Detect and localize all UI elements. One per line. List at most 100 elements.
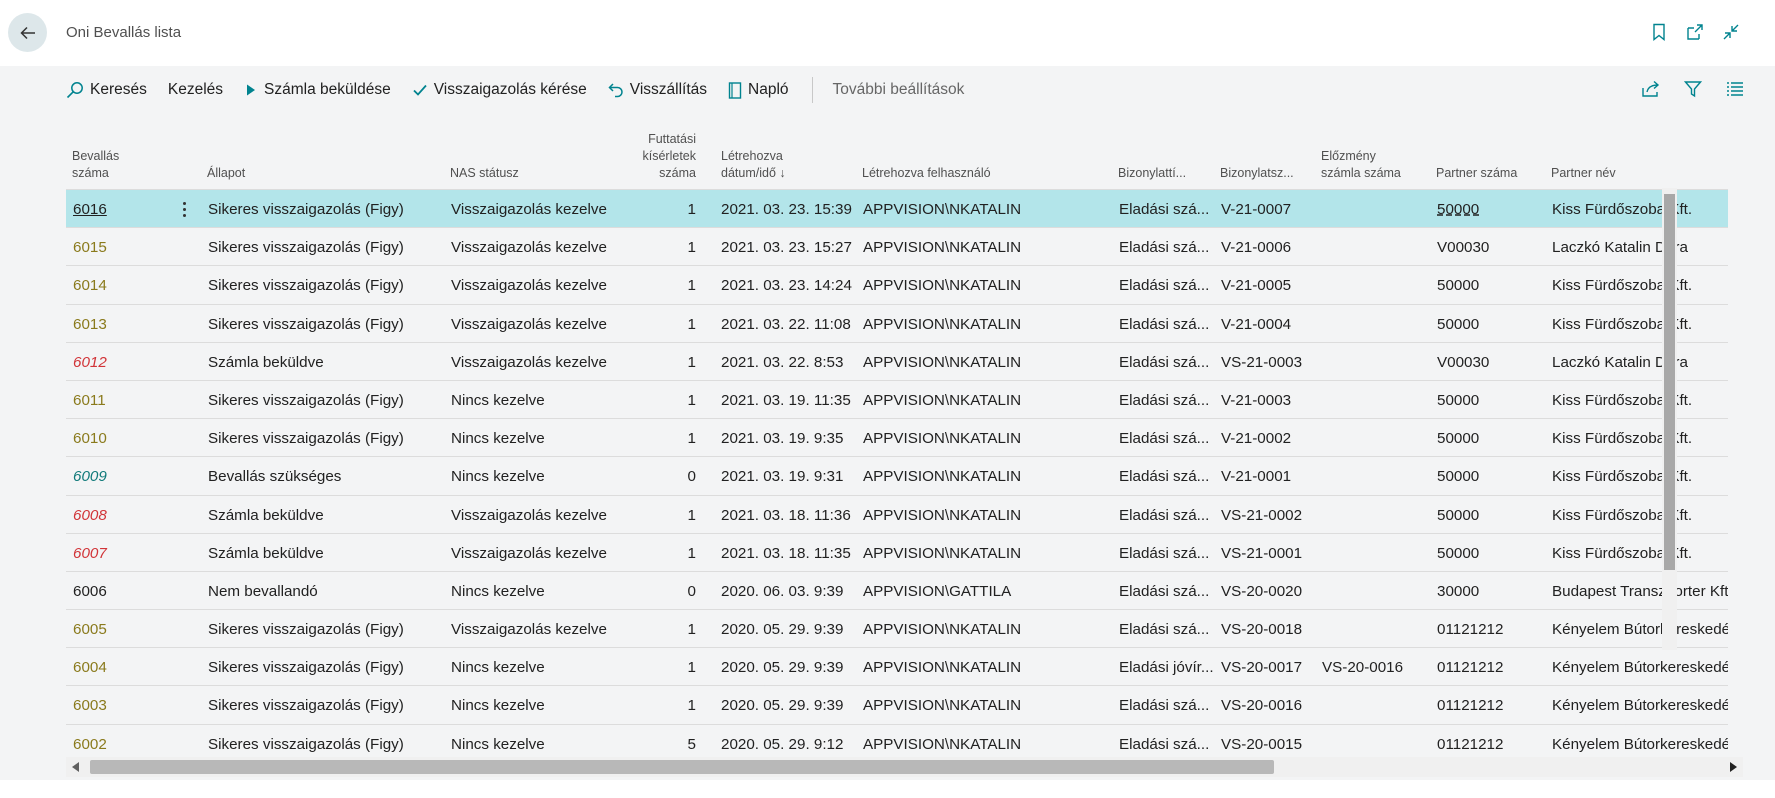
action-divider — [811, 77, 813, 103]
cell-bizonylatszam: VS-21-0002 — [1221, 506, 1303, 524]
table-row[interactable]: 6016 Sikeres visszaigazolás (Figy) Visszai… — [66, 189, 1728, 228]
cell-partner-szama: V00030 — [1437, 239, 1490, 257]
table-row[interactable]: 6002 Sikeres visszaigazolás (Figy) Nincs k… — [66, 723, 1728, 757]
table-row[interactable]: 6007 Számla beküldve Visszaigazolás kezelv… — [66, 532, 1728, 571]
cell-allapot: Sikeres visszaigazolás (Figy) — [208, 659, 404, 677]
cell-letrehozva-felhasznalo: APPVISION\NKATALIN — [863, 621, 1022, 639]
cell-partner-szama: 50000 — [1437, 430, 1480, 448]
cell-bevallas-szama[interactable]: 6011 — [73, 391, 173, 410]
table-row[interactable]: 6010 Sikeres visszaigazolás (Figy) Nincs k… — [66, 418, 1728, 456]
vertical-scrollbar[interactable] — [1662, 188, 1677, 650]
cell-futtatasi-kiserletek: 1 — [687, 659, 696, 677]
cell-bevallas-szama[interactable]: 6002 — [73, 735, 173, 754]
col-header-letrehozva-datum[interactable]: Létrehozva dátum/idő ↓ — [721, 148, 786, 182]
cell-bevallas-szama[interactable]: 6015 — [73, 238, 173, 257]
collapse-icon[interactable] — [1721, 22, 1741, 42]
cell-bevallas-szama[interactable]: 6006 — [73, 582, 173, 601]
cell-elozmeny-szamla: VS-20-0016 — [1322, 659, 1404, 677]
table-row[interactable]: 6009 Bevallás szükséges Nincs kezelve 0 2021… — [66, 456, 1728, 494]
cell-bizonylattipus: Eladási szá... — [1119, 735, 1210, 753]
cell-bizonylattipus: Eladási szá... — [1119, 239, 1210, 257]
cell-partner-nev: Kényelem Bútorkereskedés — [1552, 659, 1728, 677]
share-icon[interactable] — [1640, 78, 1662, 100]
cell-allapot: Sikeres visszaigazolás (Figy) — [208, 239, 404, 257]
cell-bevallas-szama[interactable]: 6007 — [73, 544, 173, 563]
scroll-left-icon[interactable] — [70, 760, 82, 774]
cell-letrehozva-datum: 2020. 05. 29. 9:12 — [721, 735, 844, 753]
cell-bizonylattipus: Eladási szá... — [1119, 315, 1210, 333]
manage-action[interactable]: Kezelés — [168, 81, 223, 99]
filter-icon[interactable] — [1682, 78, 1704, 100]
cell-allapot: Sikeres visszaigazolás (Figy) — [208, 697, 404, 715]
log-action[interactable]: Napló — [728, 81, 789, 99]
cell-bevallas-szama[interactable]: 6008 — [73, 506, 173, 525]
cell-futtatasi-kiserletek: 1 — [687, 201, 696, 218]
cell-bevallas-szama[interactable]: 6016 — [73, 200, 173, 219]
horizontal-scrollbar-thumb[interactable] — [90, 760, 1274, 774]
cell-partner-nev: Budapest Transzporter Kft. — [1552, 582, 1728, 600]
bookmark-icon[interactable] — [1649, 22, 1669, 42]
vertical-scrollbar-thumb[interactable] — [1664, 194, 1675, 570]
cell-partner-szama[interactable]: 50000 — [1437, 200, 1547, 219]
cell-bevallas-szama[interactable]: 6004 — [73, 658, 173, 677]
col-header-partner-szama[interactable]: Partner száma — [1436, 165, 1517, 182]
col-header-bizonylattipus[interactable]: Bizonylattí... — [1118, 165, 1186, 182]
cell-futtatasi-kiserletek: 1 — [687, 697, 696, 715]
cell-bizonylatszam: V-21-0004 — [1221, 315, 1292, 333]
list-view-icon[interactable] — [1724, 78, 1746, 100]
cell-allapot: Sikeres visszaigazolás (Figy) — [208, 430, 404, 448]
table-row[interactable]: 6012 Számla beküldve Visszaigazolás kezelv… — [66, 341, 1728, 380]
request-confirmation-action[interactable]: Visszaigazolás kérése — [412, 81, 587, 99]
table-row[interactable]: 6014 Sikeres visszaigazolás (Figy) Visszai… — [66, 265, 1728, 303]
row-actions-icon[interactable] — [178, 198, 190, 220]
horizontal-scrollbar[interactable] — [66, 757, 1743, 777]
col-header-partner-nev[interactable]: Partner név — [1551, 165, 1616, 182]
scroll-right-icon[interactable] — [1727, 760, 1739, 774]
send-invoice-action[interactable]: Számla beküldése — [244, 81, 391, 99]
col-header-allapot[interactable]: Állapot — [207, 165, 245, 182]
cell-nas-statusz: Visszaigazolás kezelve — [451, 506, 607, 524]
table-row[interactable]: 6005 Sikeres visszaigazolás (Figy) Visszai… — [66, 609, 1728, 647]
col-header-bevallas-szama[interactable]: Bevallás száma — [72, 148, 119, 182]
more-options-action[interactable]: További beállítások — [833, 81, 965, 99]
col-header-futtatasi-kiserletek[interactable]: Futtatási kísérletek száma — [626, 131, 697, 182]
cell-partner-szama: 01121212 — [1437, 621, 1504, 639]
cell-nas-statusz: Visszaigazolás kezelve — [451, 201, 607, 218]
open-new-window-icon[interactable] — [1685, 22, 1705, 42]
col-header-letrehozva-felhasznalo[interactable]: Létrehozva felhasználó — [862, 165, 991, 182]
cell-futtatasi-kiserletek: 1 — [687, 506, 696, 524]
column-headers: Bevallás száma Állapot NAS státusz Futtat… — [66, 120, 1743, 188]
cell-futtatasi-kiserletek: 1 — [687, 544, 696, 562]
table-row[interactable]: 6004 Sikeres visszaigazolás (Figy) Nincs k… — [66, 647, 1728, 685]
cell-bevallas-szama[interactable]: 6012 — [73, 353, 173, 372]
cell-nas-statusz: Visszaigazolás kezelve — [451, 353, 607, 371]
cell-nas-statusz: Visszaigazolás kezelve — [451, 544, 607, 562]
cell-bizonylatszam: V-21-0006 — [1221, 239, 1292, 257]
col-header-nas-statusz[interactable]: NAS státusz — [450, 165, 519, 182]
table-row[interactable]: 6011 Sikeres visszaigazolás (Figy) Nincs k… — [66, 379, 1728, 418]
cell-bevallas-szama[interactable]: 6010 — [73, 429, 173, 448]
cell-letrehozva-felhasznalo: APPVISION\NKATALIN — [863, 697, 1022, 715]
rollback-action[interactable]: Visszállítás — [608, 81, 707, 99]
cell-bevallas-szama[interactable]: 6014 — [73, 276, 173, 295]
cell-bevallas-szama[interactable]: 6005 — [73, 620, 173, 639]
cell-letrehozva-datum: 2021. 03. 23. 15:27 — [721, 239, 852, 257]
cell-partner-szama: 50000 — [1437, 468, 1480, 486]
table-row[interactable]: 6015 Sikeres visszaigazolás (Figy) Visszai… — [66, 227, 1728, 265]
table-row[interactable]: 6008 Számla beküldve Visszaigazolás kezelv… — [66, 494, 1728, 533]
table-row[interactable]: 6006 Nem bevallandó Nincs kezelve 0 2020. 06… — [66, 570, 1728, 609]
back-button[interactable] — [8, 13, 47, 52]
col-header-elozmeny-szamla[interactable]: Előzmény számla száma — [1321, 148, 1401, 182]
table-row[interactable]: 6013 Sikeres visszaigazolás (Figy) Visszai… — [66, 303, 1728, 342]
cell-bevallas-szama[interactable]: 6003 — [73, 696, 173, 715]
cell-partner-szama: 01121212 — [1437, 697, 1504, 715]
cell-bevallas-szama[interactable]: 6013 — [73, 315, 173, 334]
cell-bizonylatszam: VS-20-0018 — [1221, 621, 1303, 639]
cell-letrehozva-datum: 2020. 05. 29. 9:39 — [721, 659, 844, 677]
search-action[interactable]: Keresés — [66, 81, 147, 99]
col-header-bizonylatszam[interactable]: Bizonylatsz... — [1220, 165, 1294, 182]
cell-partner-szama: 01121212 — [1437, 659, 1504, 677]
table-row[interactable]: 6003 Sikeres visszaigazolás (Figy) Nincs k… — [66, 685, 1728, 723]
cell-bevallas-szama[interactable]: 6009 — [73, 467, 173, 486]
page-content: Keresés Kezelés Számla beküldése Visszai… — [0, 66, 1775, 780]
